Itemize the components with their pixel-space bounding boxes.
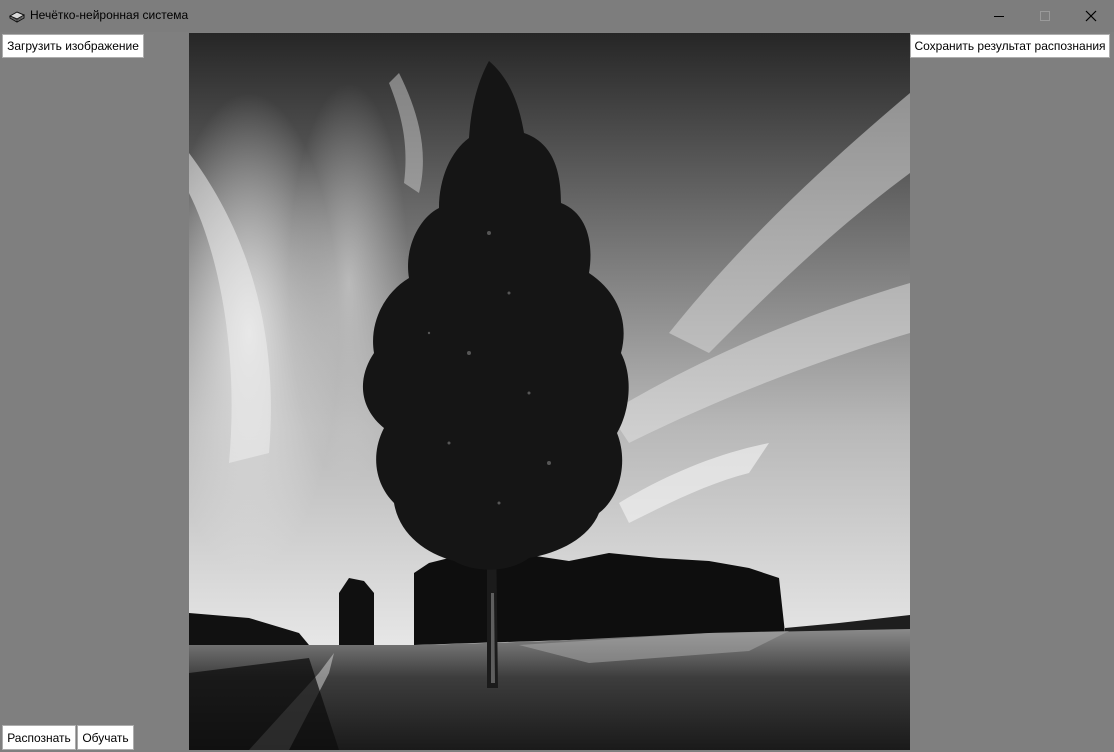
maximize-button[interactable] bbox=[1022, 0, 1068, 32]
photo-canvas bbox=[189, 33, 910, 750]
minimize-button[interactable] bbox=[976, 0, 1022, 32]
train-button[interactable]: Обучать bbox=[77, 725, 134, 750]
load-image-button[interactable]: Загрузить изображение bbox=[2, 34, 144, 58]
close-button[interactable] bbox=[1068, 0, 1114, 32]
save-result-button[interactable]: Сохранить результат распознания bbox=[910, 34, 1110, 58]
maximize-icon bbox=[1040, 11, 1050, 21]
recognize-button[interactable]: Распознать bbox=[2, 725, 76, 750]
image-canvas bbox=[189, 33, 910, 750]
window-title: Нечётко-нейронная система bbox=[30, 8, 189, 22]
title-bar: Нечётко-нейронная система bbox=[0, 0, 1114, 32]
minimize-icon bbox=[994, 16, 1004, 17]
close-icon bbox=[1085, 10, 1097, 22]
book-stack-icon bbox=[8, 7, 26, 25]
